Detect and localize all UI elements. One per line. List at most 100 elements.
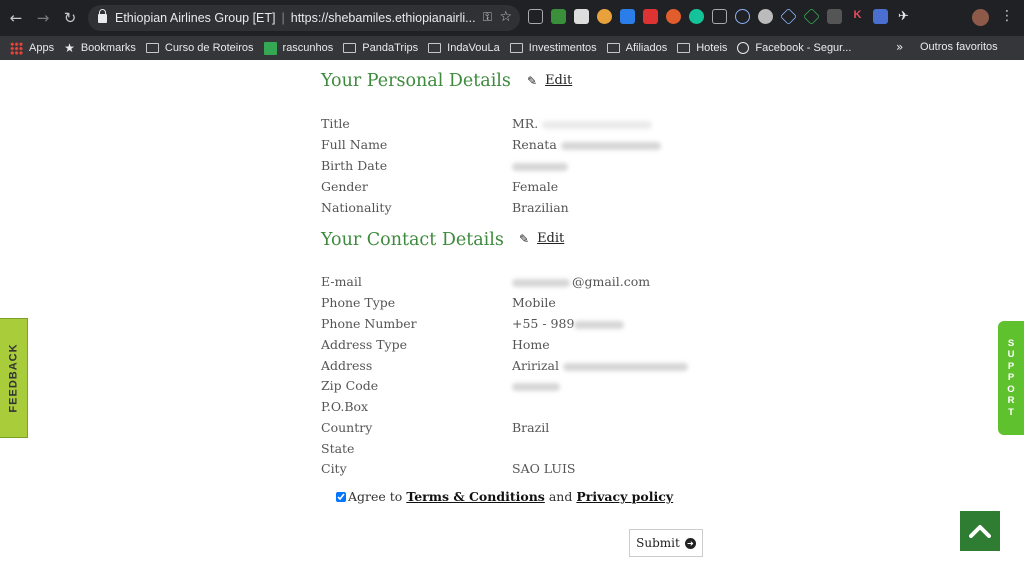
field-label: E-mail (321, 274, 362, 289)
airplane-extension-icon[interactable]: ✈ (896, 9, 911, 24)
field-label: Address (321, 358, 373, 373)
bookmark-curso-de-roteiros[interactable]: Curso de Roteiros (145, 42, 254, 54)
back-arrow-icon[interactable]: ← (5, 7, 27, 29)
folder-icon (677, 43, 691, 53)
bookmarks-overflow-button[interactable]: » (896, 40, 903, 54)
feedback-tab[interactable]: FEEDBACK (0, 318, 28, 438)
profile-avatar[interactable] (972, 9, 989, 26)
bookmark-hoteis[interactable]: Hoteis (677, 42, 727, 54)
menu-dots-icon[interactable]: ⋮ (1000, 8, 1014, 24)
field-label: Country (321, 420, 373, 435)
bookmark-pandatrips[interactable]: PandaTrips (343, 42, 418, 54)
bookmark-label: Bookmarks (80, 42, 136, 54)
pencil-icon: ✎ (519, 231, 530, 246)
field-value (512, 158, 568, 173)
bookmark-indavoula[interactable]: IndaVouLa (428, 42, 500, 54)
bookmark-label: Curso de Roteiros (164, 42, 254, 54)
agree-checkbox[interactable] (336, 491, 346, 502)
extension-icon[interactable]: K (850, 9, 865, 24)
scroll-to-top-button[interactable] (960, 511, 1000, 551)
reload-icon[interactable]: ↻ (59, 7, 81, 29)
contact-row-po-box: P.O.Box (321, 399, 721, 419)
agreement-row: Agree to Terms & Conditions and Privacy … (336, 489, 677, 504)
contact-row-address-type: Address Type Home (321, 337, 721, 357)
extension-icon[interactable] (827, 9, 842, 24)
agree-prefix: Agree to (348, 489, 403, 504)
key-icon[interactable]: ⚿ (483, 10, 492, 25)
chevron-up-icon (969, 525, 991, 538)
folder-icon (606, 43, 620, 53)
extension-icon[interactable] (873, 9, 888, 24)
extension-icon[interactable] (597, 9, 612, 24)
bookmark-star-icon[interactable]: ☆ (499, 9, 512, 25)
personal-row-full-name: Full Name Renata (321, 137, 721, 157)
lock-icon (98, 8, 107, 23)
personal-row-title: Title MR. (321, 116, 721, 136)
link-extension-icon[interactable] (735, 9, 750, 24)
support-tab[interactable]: S U P P O R T (998, 321, 1024, 435)
field-label: Title (321, 116, 350, 131)
extension-icon[interactable] (643, 9, 658, 24)
pocket-extension-icon[interactable] (528, 9, 543, 24)
extension-icon[interactable] (758, 9, 773, 24)
dropbox-extension-icon[interactable] (620, 9, 635, 24)
address-separator: | (281, 11, 285, 25)
bookmark-investimentos[interactable]: Investimentos (509, 42, 597, 54)
contact-row-state: State (321, 441, 721, 461)
bookmark-label: Apps (29, 42, 55, 54)
bookmark-label: PandaTrips (362, 42, 419, 54)
pencil-icon: ✎ (527, 73, 538, 88)
field-label: Zip Code (321, 378, 379, 393)
field-label: Gender (321, 179, 368, 194)
browser-toolbar: ← → ↻ Ethiopian Airlines Group [ET] | ht… (0, 0, 1024, 36)
bookmark-facebook[interactable]: Facebook - Segur... (737, 42, 851, 54)
plus-icon (263, 41, 277, 55)
support-letter: R (1007, 395, 1015, 407)
grammarly-extension-icon[interactable] (689, 9, 704, 24)
submit-button[interactable]: Submit ➜ (629, 529, 703, 557)
terms-link[interactable]: Terms & Conditions (406, 489, 545, 504)
field-value: Renata (512, 137, 661, 152)
contact-row-country: Country Brazil (321, 420, 721, 440)
folder-icon (509, 43, 523, 53)
address-bar[interactable]: Ethiopian Airlines Group [ET] | https://… (88, 5, 520, 31)
personal-edit-button[interactable]: ✎ Edit (527, 73, 572, 88)
bookmark-apps[interactable]: Apps (10, 41, 55, 55)
extension-icon[interactable] (574, 9, 589, 24)
contact-row-phone-type: Phone Type Mobile (321, 295, 721, 315)
field-value: MR. (512, 116, 653, 131)
folder-icon (145, 43, 159, 53)
bookmark-label: Facebook - Segur... (755, 42, 852, 54)
forward-arrow-icon[interactable]: → (32, 7, 54, 29)
field-value: Aririzal (512, 358, 689, 373)
field-label: Full Name (321, 137, 388, 152)
field-label: P.O.Box (321, 399, 369, 414)
support-letter: T (1008, 406, 1014, 418)
support-letter: S (1007, 337, 1015, 349)
contact-row-address: Address Aririzal (321, 358, 721, 378)
diamond-extension-icon[interactable] (780, 8, 797, 25)
extension-icon[interactable] (712, 9, 727, 24)
bookmark-bookmarks[interactable]: ★ Bookmarks (64, 41, 136, 55)
field-value: @gmail.com (512, 274, 650, 289)
field-label: Birth Date (321, 158, 388, 173)
contact-row-zip-code: Zip Code (321, 378, 721, 398)
folder-icon (343, 43, 357, 53)
honey-extension-icon[interactable] (666, 9, 681, 24)
privacy-link[interactable]: Privacy policy (576, 489, 673, 504)
field-value: +55 - 989 (512, 316, 625, 331)
contact-edit-button[interactable]: ✎ Edit (519, 231, 564, 246)
bookmarks-bar: Apps ★ Bookmarks Curso de Roteiros rascun… (0, 36, 1024, 60)
support-letter: P (1007, 360, 1015, 372)
personal-row-gender: Gender Female (321, 179, 721, 199)
field-label: City (321, 461, 347, 476)
evernote-extension-icon[interactable] (551, 9, 566, 24)
arrow-right-circle-icon: ➜ (684, 537, 696, 549)
extension-icon[interactable] (803, 8, 820, 25)
bookmark-rascunhos[interactable]: rascunhos (263, 41, 333, 55)
submit-label: Submit (636, 536, 680, 550)
contact-details-title: Your Contact Details (321, 230, 504, 250)
bookmark-other-favorites[interactable]: Outros favoritos (920, 41, 998, 53)
bookmark-afiliados[interactable]: Afiliados (606, 42, 667, 54)
folder-icon (428, 43, 442, 53)
